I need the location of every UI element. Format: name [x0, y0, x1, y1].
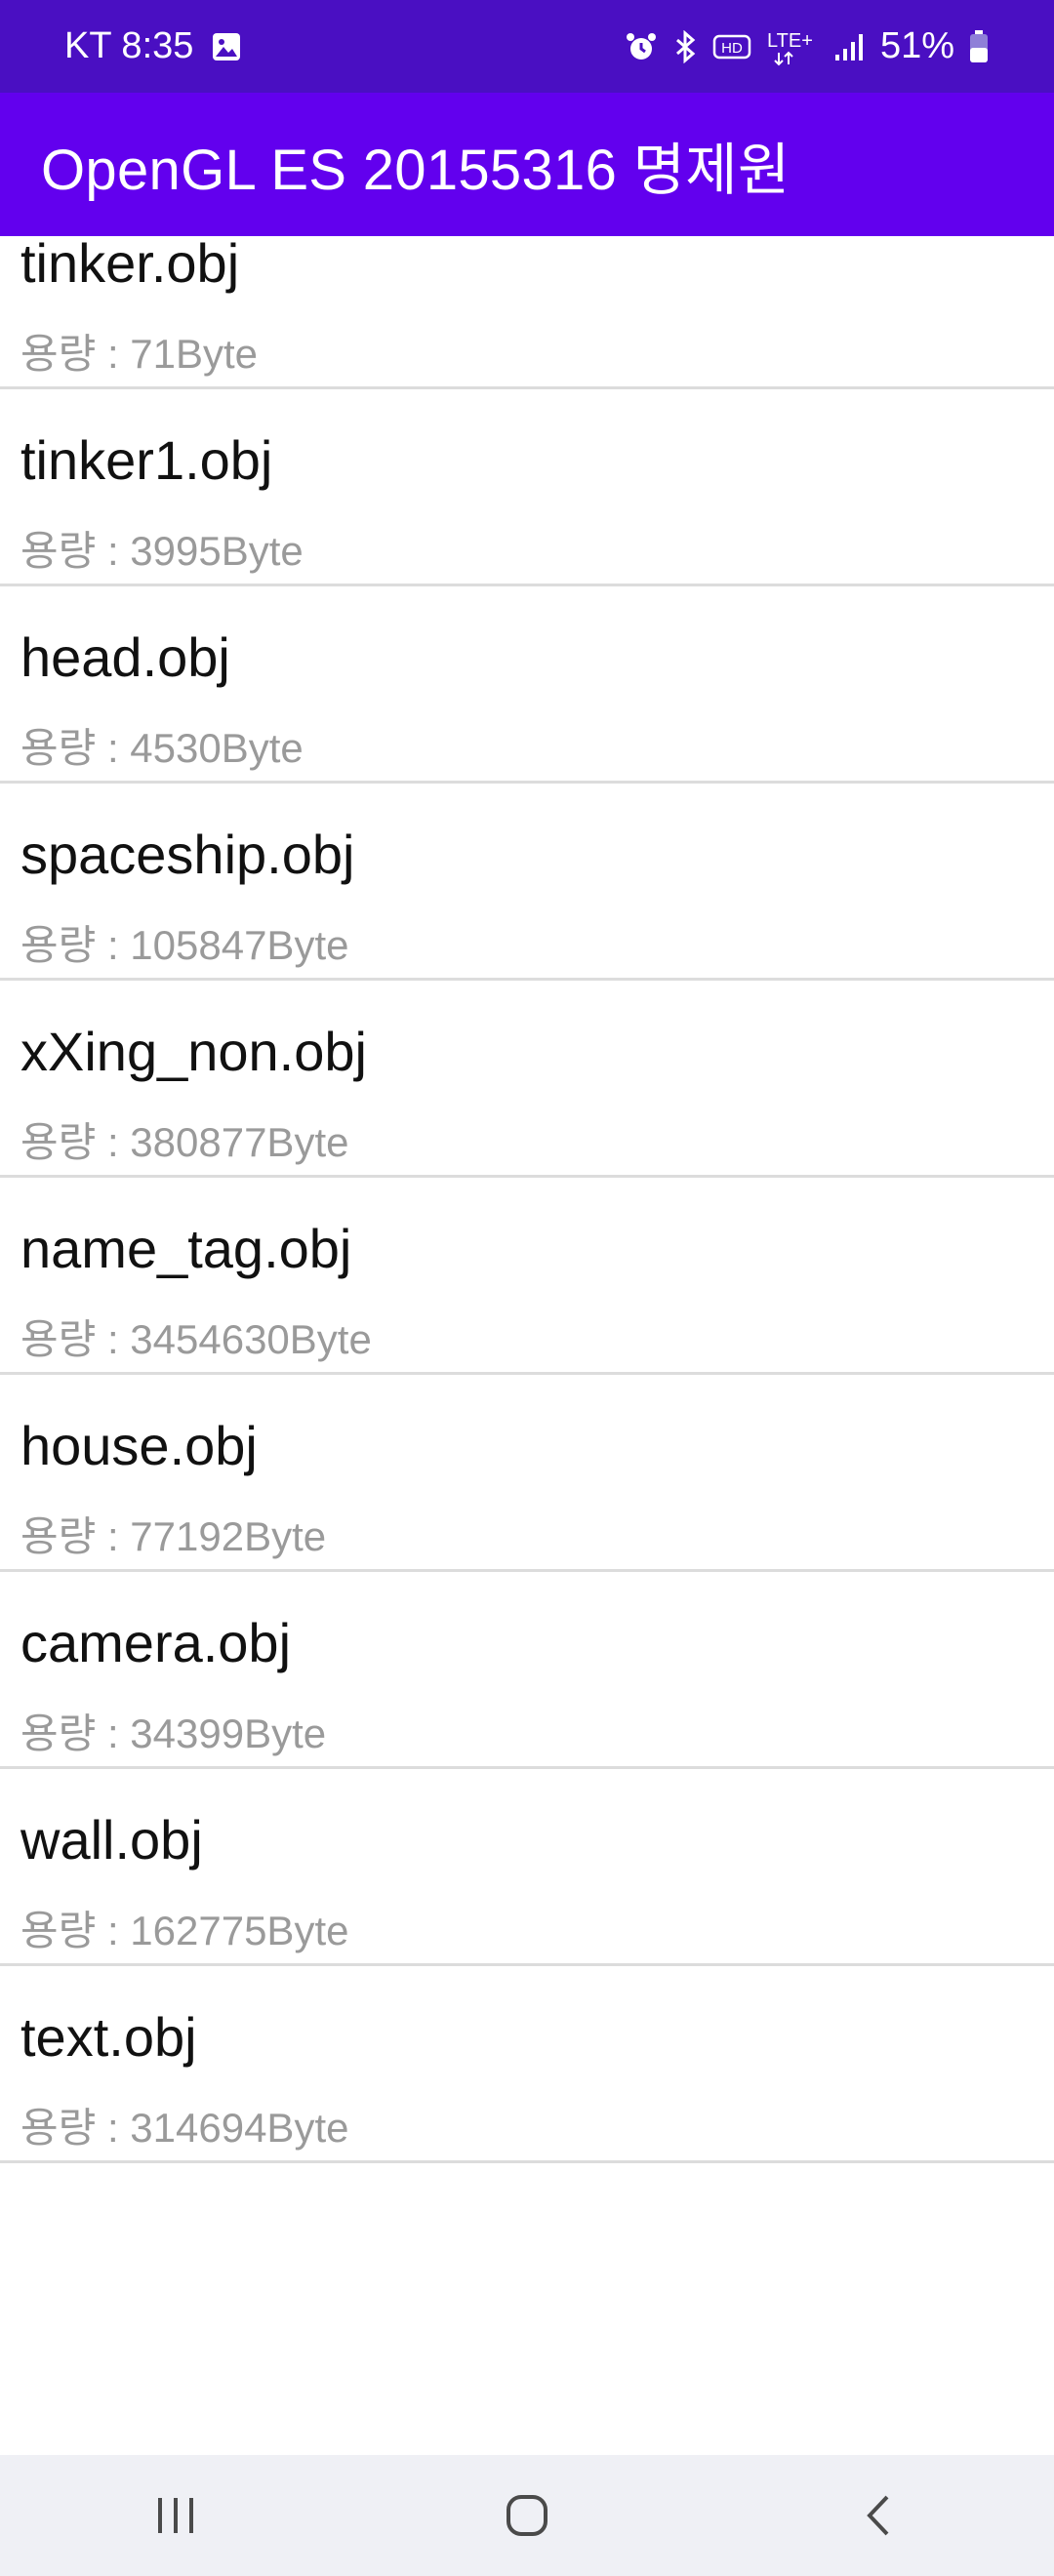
file-name: head.obj	[20, 626, 230, 688]
list-item[interactable]: tinker.obj 용량 : 71Byte	[0, 236, 1054, 389]
list-item[interactable]: spaceship.obj 용량 : 105847Byte	[0, 784, 1054, 981]
navigation-bar	[0, 2455, 1054, 2576]
file-size: 용량 : 162775Byte	[20, 1908, 349, 1953]
file-name: name_tag.obj	[20, 1218, 352, 1279]
list-item[interactable]: text.obj 용량 : 314694Byte	[0, 1966, 1054, 2163]
bluetooth-icon	[671, 29, 699, 63]
home-icon	[507, 2495, 547, 2536]
battery-icon	[968, 29, 990, 64]
list-item[interactable]: head.obj 용량 : 4530Byte	[0, 586, 1054, 784]
home-button[interactable]	[468, 2467, 586, 2564]
alarm-icon	[625, 30, 658, 63]
status-bar: KT 8:35 HD LTE+ 51%	[0, 0, 1054, 93]
status-left: KT 8:35	[64, 25, 242, 67]
lte-label: LTE+	[767, 30, 813, 52]
file-size: 용량 : 380877Byte	[20, 1119, 349, 1165]
signal-strength-icon	[833, 31, 867, 62]
recent-apps-icon	[158, 2498, 193, 2533]
back-button[interactable]	[820, 2467, 937, 2564]
status-right: HD LTE+ 51%	[625, 25, 990, 67]
file-list-content: tinker.obj 용량 : 71Byte tinker1.obj 용량 : 399…	[0, 236, 1054, 2163]
file-size: 용량 : 3995Byte	[20, 528, 304, 574]
recent-apps-button[interactable]	[117, 2467, 234, 2564]
file-name: house.obj	[20, 1415, 258, 1476]
file-name: text.obj	[20, 2006, 197, 2068]
file-name: wall.obj	[20, 1809, 203, 1871]
lte-data-icon: LTE+	[765, 27, 820, 66]
list-item[interactable]: wall.obj 용량 : 162775Byte	[0, 1769, 1054, 1966]
file-name: spaceship.obj	[20, 824, 355, 885]
image-notification-icon	[211, 31, 242, 62]
hd-voice-icon: HD	[712, 32, 751, 61]
file-list[interactable]: tinker.obj 용량 : 71Byte tinker1.obj 용량 : 399…	[0, 236, 1054, 2455]
list-item[interactable]: xXing_non.obj 용량 : 380877Byte	[0, 981, 1054, 1178]
app-title: OpenGL ES 20155316 명제원	[41, 138, 790, 202]
file-name: tinker.obj	[20, 236, 240, 294]
file-size: 용량 : 105847Byte	[20, 922, 349, 968]
file-size: 용량 : 71Byte	[20, 331, 259, 377]
back-icon	[867, 2495, 889, 2536]
list-item[interactable]: camera.obj 용량 : 34399Byte	[0, 1572, 1054, 1769]
carrier-time: KT 8:35	[64, 25, 194, 66]
file-size: 용량 : 3454630Byte	[20, 1316, 372, 1362]
file-name: tinker1.obj	[20, 429, 273, 491]
file-size: 용량 : 314694Byte	[20, 2105, 349, 2151]
file-size: 용량 : 4530Byte	[20, 725, 304, 771]
app-bar: OpenGL ES 20155316 명제원	[0, 93, 1054, 236]
list-item[interactable]: name_tag.obj 용량 : 3454630Byte	[0, 1178, 1054, 1375]
list-item[interactable]: house.obj 용량 : 77192Byte	[0, 1375, 1054, 1572]
hd-label: HD	[721, 40, 743, 57]
list-item[interactable]: tinker1.obj 용량 : 3995Byte	[0, 389, 1054, 586]
file-size: 용량 : 77192Byte	[20, 1513, 327, 1559]
file-name: xXing_non.obj	[20, 1021, 367, 1082]
file-size: 용량 : 34399Byte	[20, 1711, 327, 1756]
file-name: camera.obj	[20, 1612, 292, 1673]
battery-percent: 51%	[879, 25, 954, 66]
